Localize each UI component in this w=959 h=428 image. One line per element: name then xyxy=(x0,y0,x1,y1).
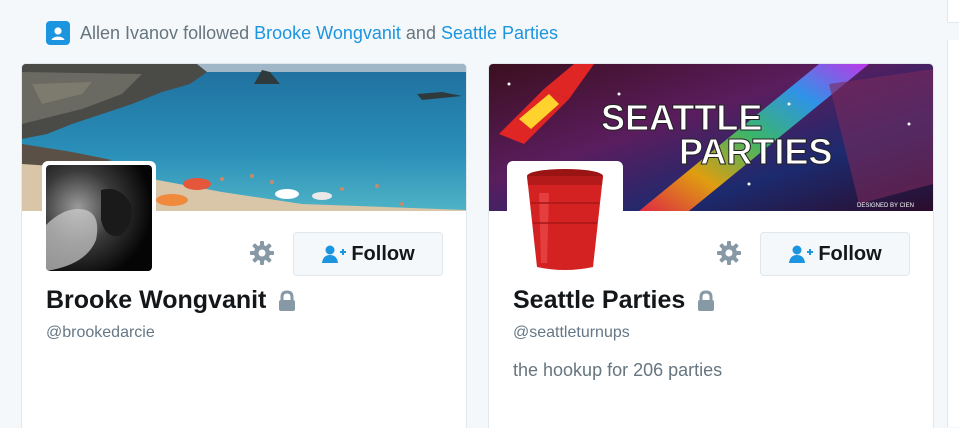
fullname-text[interactable]: Seattle Parties xyxy=(513,286,685,315)
profile-fullname[interactable]: Brooke Wongvanit xyxy=(46,286,296,315)
activity-conjunction: and xyxy=(405,22,436,43)
banner-title-line2: PARTIES xyxy=(679,131,832,172)
avatar[interactable] xyxy=(46,165,152,271)
activity-verb: followed xyxy=(183,22,250,43)
follow-label: Follow xyxy=(818,242,882,265)
profile-fullname[interactable]: Seattle Parties xyxy=(513,286,715,315)
gear-icon[interactable] xyxy=(249,240,275,266)
avatar-frame xyxy=(507,161,623,277)
profile-card-seattle: SEATTLE PARTIES DESIGNED BY CIEN Follow … xyxy=(488,63,934,428)
activity-text: Allen Ivanov followed Brooke Wongvanit a… xyxy=(80,23,558,44)
lock-icon xyxy=(698,289,715,311)
profile-screenname[interactable]: @seattleturnups xyxy=(513,324,630,342)
profile-card-brooke: Follow Brooke Wongvanit @brookedarcie xyxy=(21,63,467,428)
gear-icon[interactable] xyxy=(716,240,742,266)
lock-icon xyxy=(279,289,296,311)
activity-target-seattle[interactable]: Seattle Parties xyxy=(441,23,558,43)
activity-header: Allen Ivanov followed Brooke Wongvanit a… xyxy=(46,20,558,46)
profile-bio: the hookup for 206 parties xyxy=(513,360,723,380)
right-rail-panel xyxy=(947,40,959,427)
avatar-red-cup[interactable] xyxy=(509,163,621,275)
right-rail-top xyxy=(947,0,959,23)
user-card-icon xyxy=(46,21,70,45)
follow-label: Follow xyxy=(351,242,415,265)
fullname-text[interactable]: Brooke Wongvanit xyxy=(46,286,266,315)
banner-credit: DESIGNED BY CIEN xyxy=(857,203,914,209)
activity-actor[interactable]: Allen Ivanov xyxy=(80,23,178,43)
avatar-frame xyxy=(42,161,156,275)
follow-button[interactable]: Follow xyxy=(760,232,910,276)
follow-user-icon xyxy=(789,245,814,263)
follow-user-icon xyxy=(322,245,347,263)
follow-button[interactable]: Follow xyxy=(293,232,443,276)
profile-screenname[interactable]: @brookedarcie xyxy=(46,324,155,342)
activity-target-brooke[interactable]: Brooke Wongvanit xyxy=(254,23,401,43)
